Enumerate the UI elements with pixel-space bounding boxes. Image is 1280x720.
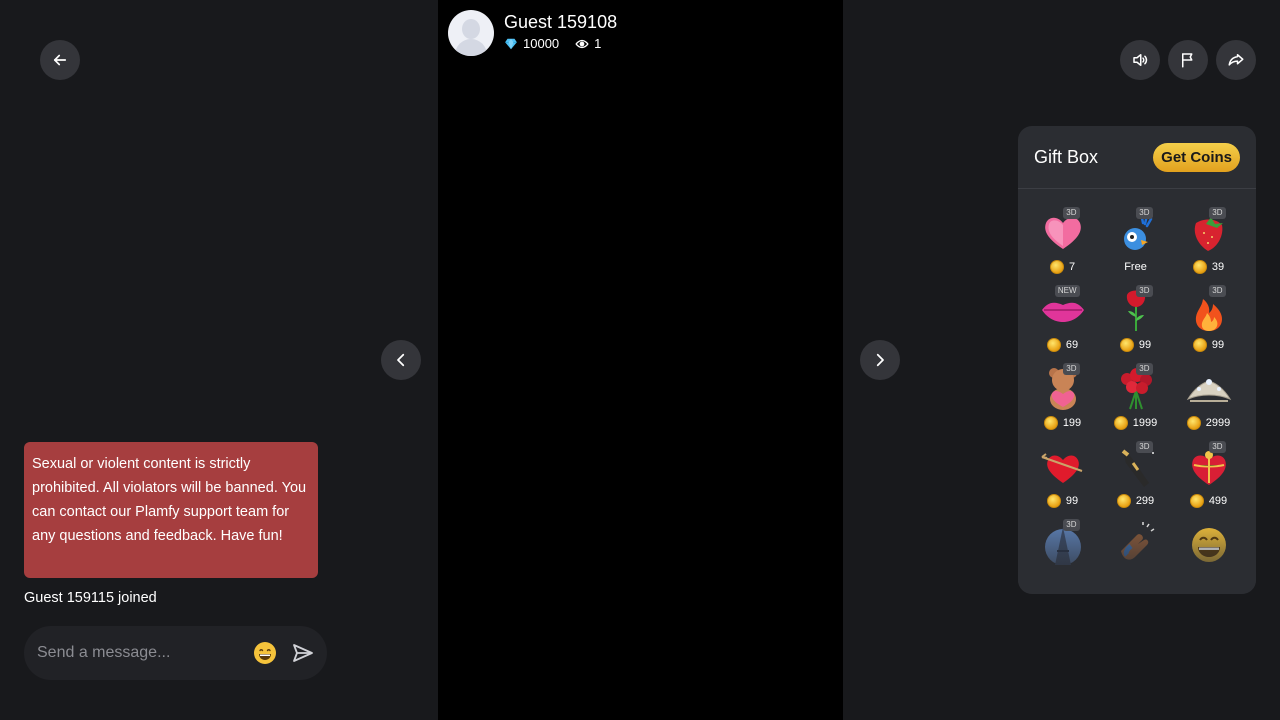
diamond-value: 10000: [523, 36, 560, 51]
back-button[interactable]: [40, 40, 80, 80]
tiara-icon: [1186, 379, 1231, 402]
gift-price: 7: [1068, 261, 1076, 273]
gift-badge: 3D: [1136, 441, 1153, 453]
gift-price: 99: [1138, 339, 1152, 351]
gift-item-rose[interactable]: 3D 99: [1099, 281, 1172, 359]
gift-badge: 3D: [1136, 363, 1153, 375]
gift-item-love-you-bear[interactable]: 3D 199: [1026, 359, 1099, 437]
get-coins-button[interactable]: Get Coins: [1153, 142, 1240, 172]
coin-icon: [1192, 260, 1207, 274]
gift-item-follow-me-heart[interactable]: 3D 7: [1026, 203, 1099, 281]
gift-badge: 3D: [1209, 285, 1226, 297]
gift-item-strawberry[interactable]: 3D 39: [1172, 203, 1245, 281]
join-message: Guest 159115 joined: [24, 590, 157, 606]
arrow-heart-icon: [1040, 453, 1082, 483]
flag-icon: [1182, 53, 1193, 68]
gift-item-laughing-face[interactable]: [1172, 515, 1245, 593]
gift-box-title: Gift Box: [1034, 146, 1099, 167]
gift-item-fire[interactable]: 3D 99: [1172, 281, 1245, 359]
message-composer: [24, 626, 327, 680]
gift-price: 69: [1065, 339, 1079, 351]
next-stream-button[interactable]: [860, 340, 900, 380]
gift-price: 99: [1211, 339, 1225, 351]
chevron-left-icon: [397, 353, 405, 367]
coin-icon: [1046, 338, 1061, 352]
share-icon: [1228, 54, 1244, 66]
coin-icon: [1119, 338, 1134, 352]
gift-badge: NEW: [1054, 285, 1080, 297]
gift-box-panel: Gift Box Get Coins 3D 7 3D Free 3D 39 NE…: [1018, 126, 1256, 594]
report-button[interactable]: [1168, 40, 1208, 80]
coin-icon: [1043, 416, 1058, 430]
coin-icon: [1046, 494, 1061, 508]
coin-icon: [1186, 416, 1201, 430]
video-stage[interactable]: [438, 0, 843, 720]
gift-item-champagne[interactable]: 3D 299: [1099, 437, 1172, 515]
coin-icon: [1189, 494, 1204, 508]
viewer-value: 1: [594, 36, 602, 51]
gift-badge: 3D: [1209, 207, 1226, 219]
diamond-icon: [505, 38, 517, 49]
gift-item-rose-bouquet[interactable]: 3D 1999: [1099, 359, 1172, 437]
diamond-count: 10000: [504, 36, 559, 51]
gift-grid: 3D 7 3D Free 3D 39 NEW 69 3D 99 3D 99 3D…: [1026, 203, 1256, 593]
community-notice: Sexual or violent content is strictly pr…: [24, 442, 318, 578]
viewer-count: 1: [575, 36, 601, 51]
gift-price: 199: [1062, 417, 1082, 429]
gift-badge: 3D: [1063, 363, 1080, 375]
emoji-icon[interactable]: [253, 641, 277, 665]
gift-badge: 3D: [1063, 519, 1080, 531]
coin-icon: [1116, 494, 1131, 508]
gift-badge: 3D: [1136, 285, 1153, 297]
gift-price: 1999: [1132, 417, 1158, 429]
gift-item-heart-chocolate-box[interactable]: 3D 499: [1172, 437, 1245, 515]
message-input[interactable]: [37, 644, 253, 662]
streamer-header: Guest 159108 10000 1: [448, 10, 617, 56]
gift-badge: 3D: [1209, 441, 1226, 453]
gift-item-eiffel-tower[interactable]: 3D: [1026, 515, 1099, 593]
send-icon[interactable]: [291, 641, 315, 665]
previous-stream-button[interactable]: [381, 340, 421, 380]
gift-item-tiara[interactable]: 2999: [1172, 359, 1245, 437]
gift-price: 39: [1211, 261, 1225, 273]
gift-item-lips[interactable]: NEW 69: [1026, 281, 1099, 359]
gift-badge: 3D: [1063, 207, 1080, 219]
gift-price: 499: [1208, 495, 1228, 507]
speaker-icon: [1133, 54, 1148, 66]
laughing-face-icon: [1191, 528, 1226, 562]
gift-item-hi-parrot[interactable]: 3D Free: [1099, 203, 1172, 281]
back-arrow-icon: [53, 54, 67, 66]
gift-price: Free: [1124, 261, 1147, 273]
gift-price: 99: [1065, 495, 1079, 507]
chevron-right-icon: [876, 353, 884, 367]
clapping-hands-icon: [1120, 522, 1154, 560]
coin-icon: [1049, 260, 1064, 274]
streamer-name: Guest 159108: [504, 12, 618, 32]
gift-price: 299: [1135, 495, 1155, 507]
gift-item-arrow-heart[interactable]: 99: [1026, 437, 1099, 515]
eye-icon: [575, 39, 589, 48]
gift-badge: 3D: [1136, 207, 1153, 219]
gift-item-clapping-hands[interactable]: [1099, 515, 1172, 593]
gift-price: 2999: [1205, 417, 1231, 429]
share-button[interactable]: [1216, 40, 1256, 80]
coin-icon: [1192, 338, 1207, 352]
sound-button[interactable]: [1120, 40, 1160, 80]
avatar[interactable]: [448, 10, 494, 56]
coin-icon: [1113, 416, 1128, 430]
